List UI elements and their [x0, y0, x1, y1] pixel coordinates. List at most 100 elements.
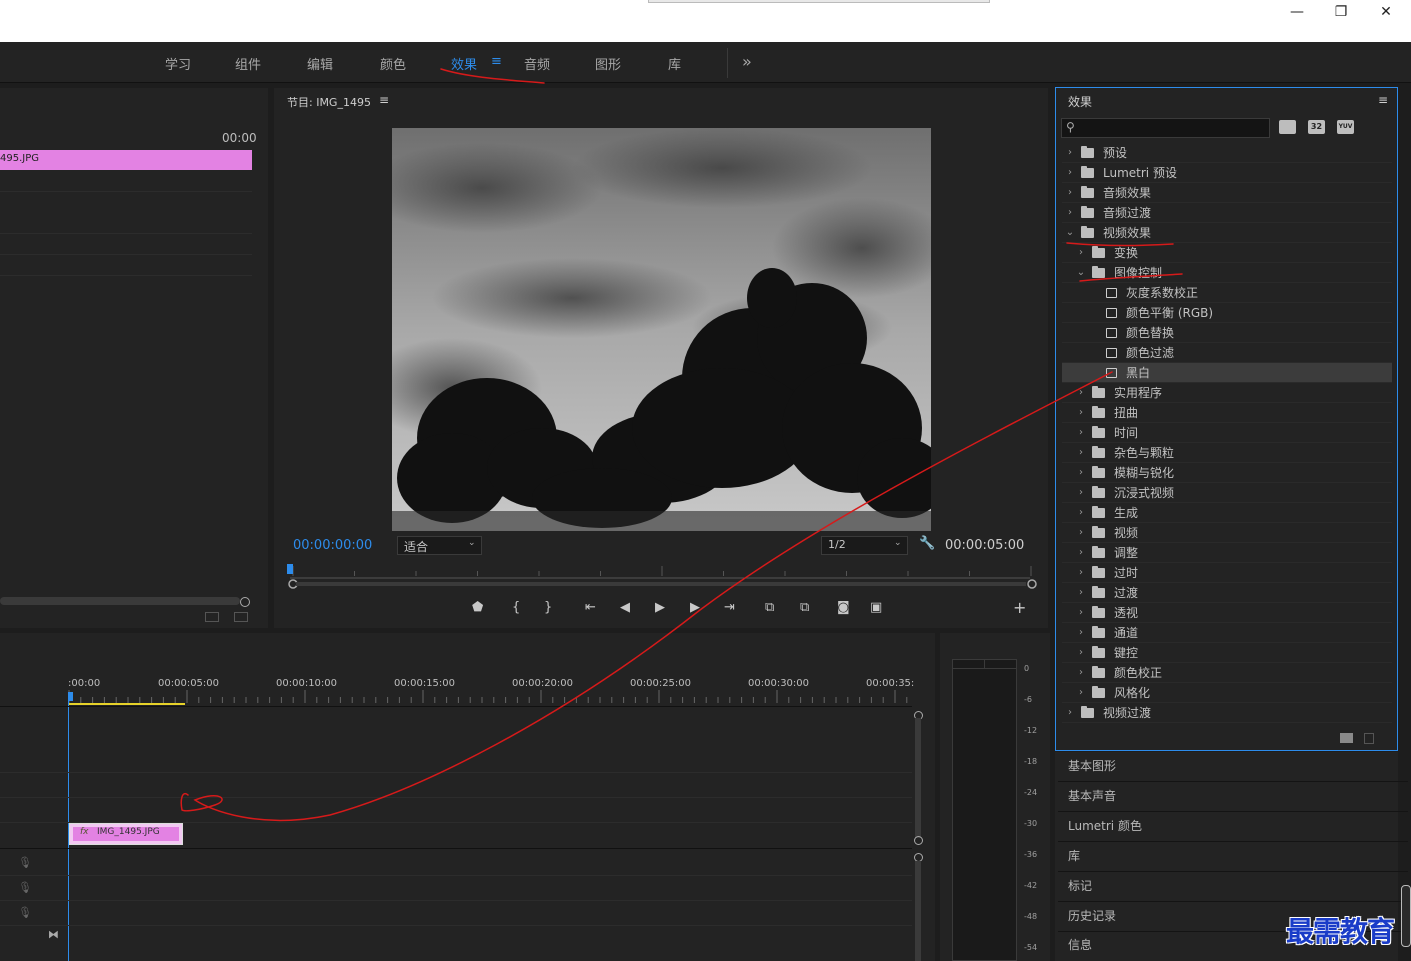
chevron-right-icon[interactable]: › — [1075, 623, 1087, 643]
chevron-right-icon[interactable]: › — [1075, 543, 1087, 563]
button-editor-icon[interactable]: + — [1013, 598, 1026, 617]
chevron-right-icon[interactable]: › — [1075, 643, 1087, 663]
project-scrollbar[interactable] — [0, 597, 240, 605]
effects-tree-item[interactable]: › 调整 — [1062, 543, 1392, 563]
compare-view-icon[interactable]: ▣ — [870, 600, 882, 615]
chevron-right-icon[interactable]: › — [1064, 183, 1076, 203]
play-icon[interactable]: ▶ — [655, 600, 665, 615]
effects-tree-item[interactable]: › 通道 — [1062, 623, 1392, 643]
effects-tree-item[interactable]: 颜色平衡 (RGB) — [1062, 303, 1392, 323]
maximize-button[interactable]: ❐ — [1321, 2, 1361, 22]
minimize-button[interactable]: — — [1277, 2, 1317, 22]
effects-tree-item[interactable]: › 模糊与锐化 — [1062, 463, 1392, 483]
effects-tree-item[interactable]: 颜色替换 — [1062, 323, 1392, 343]
timeline-vscroll-video[interactable] — [915, 718, 921, 838]
fit-dropdown[interactable]: 适合 ⌄ — [397, 536, 482, 555]
workspace-tab-color[interactable]: 颜色 — [380, 54, 406, 73]
close-button[interactable]: ✕ — [1366, 2, 1406, 22]
export-icon[interactable] — [234, 612, 248, 622]
effects-search-input[interactable] — [1082, 120, 1266, 136]
chevron-down-icon[interactable]: ⌄ — [1064, 223, 1076, 243]
chevron-right-icon[interactable]: › — [1075, 483, 1087, 503]
workspace-tab-libraries[interactable]: 库 — [668, 54, 681, 73]
chevron-down-icon[interactable]: ⌄ — [1075, 263, 1087, 283]
workspace-tab-graphics[interactable]: 图形 — [595, 54, 621, 73]
effects-tree-item[interactable]: › 键控 — [1062, 643, 1392, 663]
chevron-right-icon[interactable]: › — [1075, 683, 1087, 703]
workspace-overflow-icon[interactable]: » — [742, 52, 752, 71]
panel-lumetri-color[interactable]: Lumetri 颜色 — [1058, 812, 1408, 842]
resolution-dropdown[interactable]: 1/2 ⌄ — [821, 536, 908, 555]
effects-tree-item[interactable]: › 杂色与颗粒 — [1062, 443, 1392, 463]
effects-tree-item[interactable]: › 实用程序 — [1062, 383, 1392, 403]
panel-essential-sound[interactable]: 基本声音 — [1058, 782, 1408, 812]
program-menu-icon[interactable]: ≡ — [379, 93, 389, 107]
wrench-icon[interactable]: 🔧 — [919, 536, 935, 551]
side-scrollbar[interactable] — [1401, 885, 1411, 947]
project-clip-bar[interactable]: 495.JPG — [0, 150, 252, 170]
project-scroll-handle[interactable] — [240, 597, 250, 607]
workspace-tab-effects[interactable]: 效果 — [451, 54, 477, 73]
panel-essential-graphics[interactable]: 基本图形 — [1058, 752, 1408, 782]
chevron-right-icon[interactable]: › — [1075, 423, 1087, 443]
chevron-right-icon[interactable]: › — [1064, 703, 1076, 723]
effects-tree-item[interactable]: ⌄ 图像控制 — [1062, 263, 1392, 283]
chevron-right-icon[interactable]: › — [1064, 203, 1076, 223]
effects-tree-item[interactable]: › 变换 — [1062, 243, 1392, 263]
chevron-right-icon[interactable]: › — [1075, 583, 1087, 603]
new-bin-icon[interactable] — [1340, 733, 1353, 743]
master-track-icon[interactable]: ⧓ — [48, 928, 59, 941]
panel-markers[interactable]: 标记 — [1058, 872, 1408, 902]
microphone-icon[interactable]: 🎙 — [18, 906, 32, 919]
timeline-vscroll-audio[interactable] — [915, 861, 921, 961]
export-frame-icon[interactable]: ◙ — [837, 600, 850, 615]
effects-tree-item[interactable]: › 沉浸式视频 — [1062, 483, 1392, 503]
mark-out-icon[interactable]: } — [544, 600, 552, 615]
effects-tree-item[interactable]: › 音频效果 — [1062, 183, 1392, 203]
effects-tree-item[interactable]: 颜色过滤 — [1062, 343, 1392, 363]
chevron-right-icon[interactable]: › — [1075, 243, 1087, 263]
yuv-effects-icon[interactable]: YUV — [1337, 120, 1354, 134]
chevron-right-icon[interactable]: › — [1075, 503, 1087, 523]
effects-search-box[interactable]: ⚲ — [1061, 118, 1270, 138]
step-back-icon[interactable]: ◀ — [620, 600, 630, 615]
effects-tree-item[interactable]: › 透视 — [1062, 603, 1392, 623]
effects-tree-item[interactable]: › Lumetri 预设 — [1062, 163, 1392, 183]
step-forward-icon[interactable]: ▶ — [690, 600, 700, 615]
program-current-time[interactable]: 00:00:00:00 — [293, 538, 372, 553]
chevron-right-icon[interactable]: › — [1075, 403, 1087, 423]
microphone-icon[interactable]: 🎙 — [18, 856, 32, 869]
go-to-out-icon[interactable]: ⇥ — [724, 600, 735, 615]
workspace-tab-editing[interactable]: 编辑 — [307, 54, 333, 73]
microphone-icon[interactable]: 🎙 — [18, 881, 32, 894]
chevron-right-icon[interactable]: › — [1064, 163, 1076, 183]
chevron-right-icon[interactable]: › — [1075, 383, 1087, 403]
timeline-ruler[interactable] — [68, 690, 918, 710]
chevron-right-icon[interactable]: › — [1075, 663, 1087, 683]
chevron-right-icon[interactable]: › — [1064, 143, 1076, 163]
add-marker-icon[interactable]: ⬟ — [472, 600, 483, 615]
chevron-right-icon[interactable]: › — [1075, 463, 1087, 483]
chevron-right-icon[interactable]: › — [1075, 603, 1087, 623]
timeline-clip[interactable]: fx IMG_1495.JPG — [69, 823, 183, 845]
effects-tree-item[interactable]: › 扭曲 — [1062, 403, 1392, 423]
effects-tree-item[interactable]: ⌄ 视频效果 — [1062, 223, 1392, 243]
workspace-tab-audio[interactable]: 音频 — [524, 54, 550, 73]
workspace-tab-learn[interactable]: 学习 — [165, 54, 191, 73]
effects-tree-item[interactable]: › 视频 — [1062, 523, 1392, 543]
mark-in-icon[interactable]: { — [512, 600, 520, 615]
trash-icon[interactable] — [1364, 733, 1374, 744]
audio-icon[interactable] — [205, 612, 219, 622]
accelerated-effects-icon[interactable] — [1279, 120, 1296, 134]
workspace-tab-assembly[interactable]: 组件 — [235, 54, 261, 73]
effects-tree-item[interactable]: 黑白 — [1062, 363, 1392, 383]
extract-icon[interactable]: ⧉ — [800, 600, 809, 615]
go-to-in-icon[interactable]: ⇤ — [585, 600, 596, 615]
effects-tree-item[interactable]: › 过时 — [1062, 563, 1392, 583]
panel-libraries[interactable]: 库 — [1058, 842, 1408, 872]
chevron-right-icon[interactable]: › — [1075, 563, 1087, 583]
effects-tree-item[interactable]: › 视频过渡 — [1062, 703, 1392, 723]
effects-tree-item[interactable]: › 过渡 — [1062, 583, 1392, 603]
effects-tree-item[interactable]: › 风格化 — [1062, 683, 1392, 703]
program-scrubber[interactable] — [284, 562, 1039, 592]
